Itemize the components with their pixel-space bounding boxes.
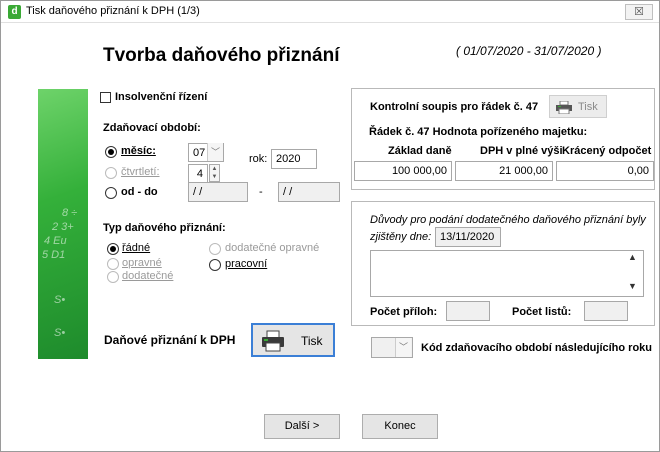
insolvency-label: Insolvenční řízení (115, 91, 208, 103)
return-type-corrective-label: opravné (122, 257, 162, 269)
dialog-window: d Tisk daňového přiznání k DPH (1/3) ☒ T… (0, 0, 660, 452)
control-list-title: Kontrolní soupis pro řádek č. 47 (370, 101, 539, 113)
return-type-heading: Typ daňového přiznání: (103, 222, 226, 234)
scroll-down-icon[interactable]: ▼ (628, 281, 637, 291)
control-print-button[interactable]: Tisk (549, 95, 607, 118)
decorative-side-image: 8 ÷ 2 3+ 4 Eu 5 D1 S• S• (38, 89, 88, 359)
decor-glyph: S• (54, 327, 66, 339)
control-print-button-label: Tisk (578, 101, 598, 113)
range-from-input[interactable]: / / (188, 182, 248, 202)
reduced-deduction-input[interactable]: 0,00 (556, 161, 654, 181)
row47-title: Řádek č. 47 Hodnota pořízeného majetku: (369, 126, 588, 138)
period-month-radio[interactable] (105, 146, 117, 158)
col-vat-header: DPH v plné výši (480, 145, 563, 157)
range-to-input[interactable]: / / (278, 182, 340, 202)
vat-amount-input[interactable]: 21 000,00 (455, 161, 553, 181)
return-type-additional-corrective-radio[interactable] (209, 243, 221, 255)
return-type-working-label: pracovní (225, 258, 268, 270)
printer-icon (262, 330, 284, 352)
sheets-label: Počet listů: (512, 306, 572, 318)
return-type-working-radio[interactable] (209, 259, 221, 271)
vat-return-label: Daňové přiznání k DPH (104, 333, 236, 347)
decor-glyph: 5 D1 (42, 249, 66, 261)
next-period-code-label: Kód zdaňovacího období následujícího rok… (421, 342, 653, 354)
return-type-regular-radio[interactable] (107, 243, 119, 255)
close-icon: ☒ (634, 6, 644, 18)
return-type-regular-label: řádné (122, 242, 151, 254)
additional-reasons-panel: Důvody pro podání dodatečného daňového p… (351, 201, 655, 326)
period-quarter-label: čtvrtletí: (121, 166, 160, 178)
control-list-panel: Kontrolní soupis pro řádek č. 47 Tisk Řá… (351, 88, 655, 190)
print-return-button-label: Tisk (301, 334, 323, 348)
stepper-arrows-icon[interactable]: ▲ ▼ (209, 164, 220, 182)
attachments-label: Počet příloh: (370, 306, 438, 318)
period-range: ( 01/07/2020 - 31/07/2020 ) (456, 44, 602, 58)
chevron-down-icon[interactable]: ﹀ (395, 338, 411, 357)
next-button-label: Další > (284, 420, 320, 432)
year-input[interactable]: 2020 (271, 149, 317, 169)
period-range-label: od - do (121, 186, 158, 198)
decor-glyph: 2 3+ (52, 221, 74, 233)
insolvency-checkbox[interactable] (100, 92, 111, 103)
chevron-down-icon[interactable]: ﹀ (207, 143, 223, 161)
found-date-label: zjištěny dne: (370, 231, 432, 243)
page-title: Tvorba daňového přiznání (103, 45, 340, 66)
year-label: rok: (249, 153, 268, 165)
decor-glyph: S• (54, 294, 66, 306)
title-bar: d Tisk daňového přiznání k DPH (1/3) ☒ (1, 1, 659, 23)
return-type-additional-label: dodatečné (122, 270, 174, 282)
decor-glyph: 8 ÷ (62, 207, 78, 219)
return-type-corrective-radio[interactable] (107, 258, 119, 270)
decor-glyph: 4 Eu (44, 235, 67, 247)
quarter-stepper[interactable]: 4 (188, 164, 208, 183)
found-date-input[interactable]: 13/11/2020 (435, 227, 501, 247)
next-button[interactable]: Další > (264, 414, 340, 439)
return-type-additional-corrective-label: dodatečné opravné (225, 242, 320, 254)
printer-icon (556, 101, 572, 114)
range-dash: - (259, 186, 263, 198)
reasons-textarea[interactable] (370, 250, 644, 297)
base-amount-input[interactable]: 100 000,00 (354, 161, 452, 181)
reasons-label: Důvody pro podání dodatečného daňového p… (370, 214, 646, 226)
tax-period-heading: Zdaňovací období: (103, 122, 201, 134)
print-return-button[interactable]: Tisk (251, 323, 335, 357)
month-value: 07 (193, 147, 206, 159)
quarter-value: 4 (196, 168, 203, 180)
close-button[interactable]: ☒ (625, 4, 653, 20)
period-range-radio[interactable] (105, 187, 117, 199)
period-quarter-radio[interactable] (105, 167, 117, 179)
window-title: Tisk daňového přiznání k DPH (1/3) (26, 5, 200, 17)
attachments-count-input[interactable] (446, 301, 490, 321)
col-base-header: Základ daně (388, 145, 452, 157)
return-type-additional-radio[interactable] (107, 271, 119, 283)
scroll-up-icon[interactable]: ▲ (628, 252, 637, 262)
app-icon: d (8, 5, 21, 19)
sheets-count-input[interactable] (584, 301, 628, 321)
end-button-label: Konec (384, 420, 416, 432)
period-month-label: měsíc: (121, 145, 156, 157)
end-button[interactable]: Konec (362, 414, 438, 439)
col-reduced-header: Krácený odpočet (562, 145, 652, 157)
